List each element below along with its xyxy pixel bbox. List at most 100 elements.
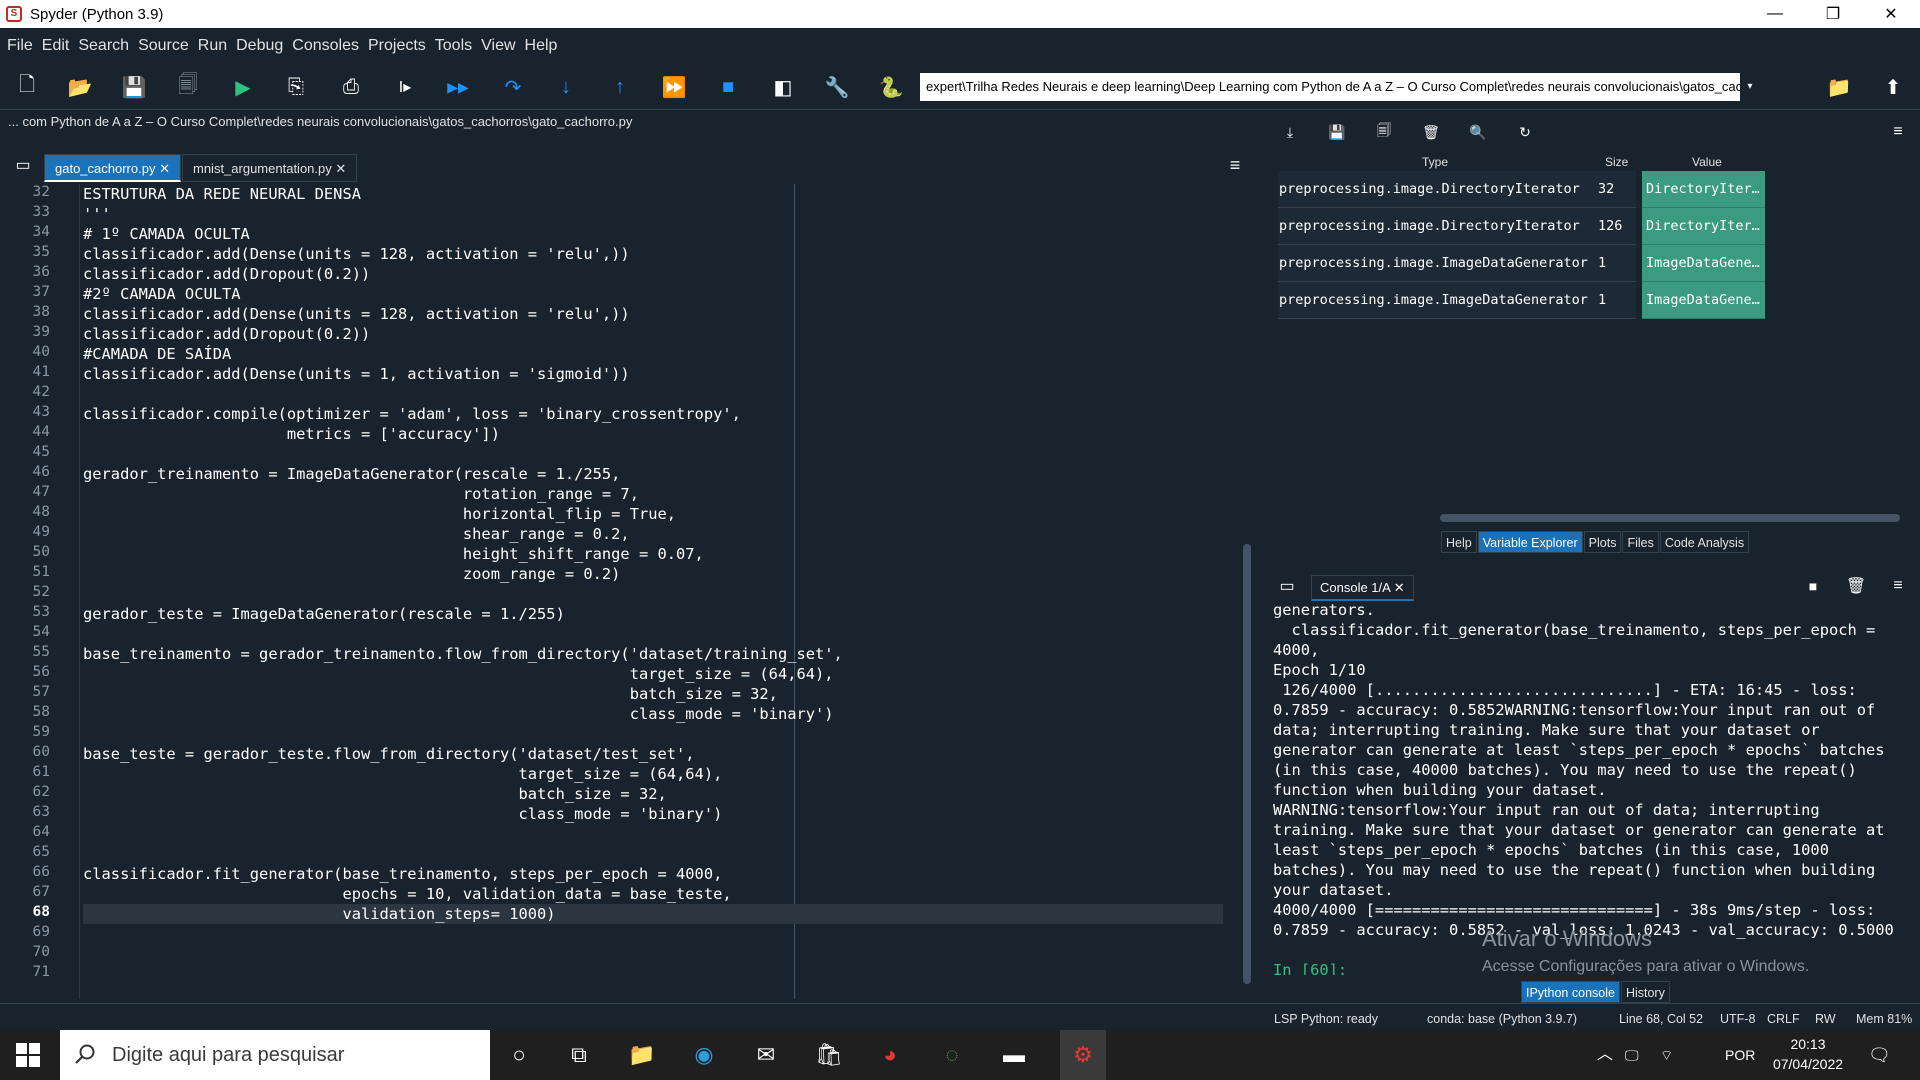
code-line[interactable]: height_shift_range = 0.07, bbox=[83, 544, 704, 564]
code-line[interactable]: base_teste = gerador_teste.flow_from_dir… bbox=[83, 744, 695, 764]
code-line[interactable]: gerador_treinamento = ImageDataGenerator… bbox=[83, 464, 620, 484]
tray-chevron-icon[interactable]: ︿ bbox=[1597, 1030, 1613, 1080]
close-button[interactable]: ✕ bbox=[1862, 0, 1920, 28]
maximize-pane-icon[interactable]: ◧ bbox=[768, 72, 798, 102]
spyder-taskbar-icon[interactable]: ⚙ bbox=[1060, 1030, 1106, 1080]
code-line[interactable]: #2º CAMADA OCULTA bbox=[83, 284, 241, 304]
code-line[interactable]: classificador.fit_generator(base_treinam… bbox=[83, 864, 722, 884]
language-indicator[interactable]: POR bbox=[1725, 1030, 1755, 1080]
code-line[interactable]: zoom_range = 0.2) bbox=[83, 564, 621, 584]
tab-mnist-argumentation[interactable]: mnist_argumentation.py ✕ bbox=[182, 154, 358, 182]
ipython-console[interactable]: generators. classificador.fit_generator(… bbox=[1273, 600, 1898, 975]
code-line[interactable]: class_mode = 'binary') bbox=[83, 804, 722, 824]
code-line[interactable]: shear_range = 0.2, bbox=[83, 524, 630, 544]
new-file-icon[interactable]: 🗋 bbox=[12, 72, 42, 102]
pane-options-icon[interactable]: ≡ bbox=[1883, 571, 1913, 601]
column-value[interactable]: Value bbox=[1692, 155, 1722, 169]
tab-ipython-console[interactable]: IPython console bbox=[1521, 981, 1620, 1003]
step-into-icon[interactable]: ↓ bbox=[551, 72, 581, 102]
network-icon[interactable]: 🖵 bbox=[1625, 1030, 1639, 1080]
code-line[interactable]: horizontal_flip = True, bbox=[83, 504, 676, 524]
menu-view[interactable]: View bbox=[480, 37, 516, 55]
code-line[interactable]: classificador.add(Dropout(0.2)) bbox=[83, 264, 370, 284]
menu-help[interactable]: Help bbox=[524, 37, 559, 55]
save-data-as-icon[interactable]: 🗐 bbox=[1369, 117, 1399, 147]
remove-icon[interactable]: 🗑 bbox=[1841, 571, 1871, 601]
table-row[interactable]: preprocessing.image.ImageDataGenerator 1… bbox=[1278, 282, 1768, 319]
wifi-icon[interactable]: ⌔ bbox=[1660, 1030, 1673, 1080]
code-line[interactable]: classificador.compile(optimizer = 'adam'… bbox=[83, 404, 741, 424]
run-cell-advance-icon[interactable]: ⎙ bbox=[336, 72, 366, 102]
tab-plots[interactable]: Plots bbox=[1583, 531, 1622, 553]
code-line[interactable]: rotation_range = 7, bbox=[83, 484, 639, 504]
table-row[interactable]: preprocessing.image.DirectoryIterator 32… bbox=[1278, 171, 1768, 208]
parent-dir-icon[interactable]: ⬆ bbox=[1878, 72, 1908, 102]
interrupt-kernel-icon[interactable]: ■ bbox=[1798, 571, 1828, 601]
tab-console[interactable]: Console 1/A ✕ bbox=[1311, 575, 1414, 601]
tab-gato-cachorro[interactable]: gato_cachorro.py ✕ bbox=[44, 154, 181, 182]
browse-tabs-icon[interactable]: ▭ bbox=[1272, 571, 1302, 601]
anaconda-icon[interactable]: ◌ bbox=[936, 1039, 968, 1071]
continue-icon[interactable]: ⏩ bbox=[659, 72, 689, 102]
python-path-icon[interactable]: 🐍 bbox=[876, 72, 906, 102]
scrollbar-thumb[interactable] bbox=[1440, 514, 1900, 522]
stop-icon[interactable]: ■ bbox=[713, 72, 743, 102]
store-icon[interactable]: 🛍 bbox=[813, 1039, 845, 1071]
menu-consoles[interactable]: Consoles bbox=[291, 37, 360, 55]
scrollbar-thumb[interactable] bbox=[1243, 544, 1251, 984]
open-file-icon[interactable]: 📂 bbox=[65, 72, 95, 102]
tab-code-analysis[interactable]: Code Analysis bbox=[1659, 531, 1750, 553]
refresh-icon[interactable]: ↻ bbox=[1510, 117, 1540, 147]
run-selection-icon[interactable]: I▸ bbox=[390, 72, 420, 102]
code-line[interactable]: target_size = (64,64), bbox=[83, 764, 722, 784]
save-icon[interactable]: 💾 bbox=[119, 72, 149, 102]
code-line[interactable]: base_treinamento = gerador_treinamento.f… bbox=[83, 644, 843, 664]
code-line[interactable]: metrics = ['accuracy']) bbox=[83, 424, 500, 444]
close-icon[interactable]: ✕ bbox=[335, 161, 346, 176]
tab-files[interactable]: Files bbox=[1622, 531, 1659, 553]
pane-options-icon[interactable]: ≡ bbox=[1220, 150, 1250, 180]
edge-icon[interactable]: ◉ bbox=[688, 1039, 720, 1071]
table-row[interactable]: preprocessing.image.ImageDataGenerator 1… bbox=[1278, 245, 1768, 282]
code-line[interactable]: target_size = (64,64), bbox=[83, 664, 834, 684]
table-row[interactable]: preprocessing.image.DirectoryIterator 12… bbox=[1278, 208, 1768, 245]
close-icon[interactable]: ✕ bbox=[159, 161, 170, 176]
debug-icon[interactable]: ▶▶ bbox=[443, 72, 473, 102]
search-icon[interactable]: 🔍 bbox=[1463, 117, 1493, 147]
menu-search[interactable]: Search bbox=[77, 37, 130, 55]
file-explorer-icon[interactable]: 📁 bbox=[626, 1039, 658, 1071]
code-line[interactable]: classificador.add(Dense(units = 128, act… bbox=[83, 304, 630, 324]
code-line[interactable]: classificador.add(Dense(units = 1, activ… bbox=[83, 364, 630, 384]
code-editor[interactable]: ESTRUTURA DA REDE NEURAL DENSA ''' # 1º CA… bbox=[83, 184, 1223, 999]
task-view-icon[interactable]: ⧉ bbox=[563, 1039, 595, 1071]
code-line[interactable]: ''' bbox=[83, 204, 111, 224]
mail-icon[interactable]: ✉ bbox=[750, 1039, 782, 1071]
variable-table-hscroll[interactable] bbox=[1275, 512, 1913, 524]
import-data-icon[interactable]: ⤓ bbox=[1275, 117, 1305, 147]
browse-tabs-icon[interactable]: ▭ bbox=[8, 150, 38, 180]
pane-options-icon[interactable]: ≡ bbox=[1883, 117, 1913, 147]
working-directory-input[interactable]: expert\Trilha Redes Neurais e deep learn… bbox=[920, 73, 1760, 101]
code-line[interactable]: classificador.add(Dropout(0.2)) bbox=[83, 324, 370, 344]
browse-folder-icon[interactable]: 📁 bbox=[1824, 72, 1854, 102]
editor-scrollbar[interactable] bbox=[1240, 184, 1254, 999]
windows-start-icon[interactable] bbox=[16, 1043, 40, 1067]
column-type[interactable]: Type bbox=[1422, 155, 1448, 169]
close-icon[interactable]: ✕ bbox=[1394, 580, 1405, 595]
chrome-icon[interactable]: ◕ bbox=[874, 1039, 906, 1071]
column-size[interactable]: Size bbox=[1605, 155, 1628, 169]
restore-button[interactable]: ❐ bbox=[1804, 0, 1862, 28]
clock[interactable]: 20:13 07/04/2022 bbox=[1768, 1030, 1848, 1080]
code-line[interactable]: #CAMADA DE SAÍDA bbox=[83, 344, 231, 364]
code-line[interactable]: epochs = 10, validation_data = base_test… bbox=[83, 884, 731, 904]
menu-file[interactable]: File bbox=[6, 37, 34, 55]
minimize-button[interactable]: — bbox=[1746, 0, 1804, 28]
run-cell-icon[interactable]: ⎘ bbox=[281, 72, 311, 102]
save-all-icon[interactable]: 🗐 bbox=[173, 72, 203, 102]
menu-debug[interactable]: Debug bbox=[235, 37, 284, 55]
code-line[interactable]: # 1º CAMADA OCULTA bbox=[83, 224, 250, 244]
tab-history[interactable]: History bbox=[1620, 981, 1670, 1003]
remove-all-icon[interactable]: 🗑 bbox=[1416, 117, 1446, 147]
step-return-icon[interactable]: ↑ bbox=[605, 72, 635, 102]
save-data-icon[interactable]: 💾 bbox=[1322, 117, 1352, 147]
